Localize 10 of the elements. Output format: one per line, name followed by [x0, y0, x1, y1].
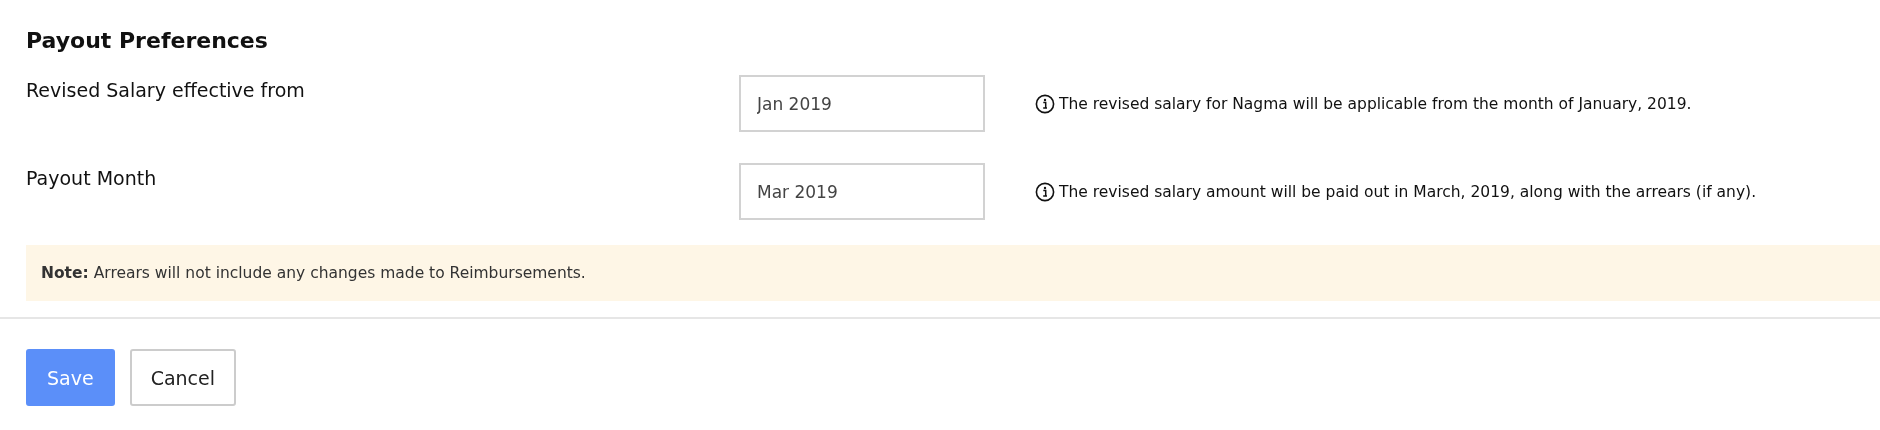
field-label: Revised Salary effective from [26, 78, 306, 101]
info-icon [1035, 94, 1055, 114]
help-text: The revised salary amount will be paid out in March, 2019, along with the arrears (if any). [1059, 183, 1757, 201]
field-label: Payout Month [26, 166, 158, 189]
section-title: Payout Preferences [26, 28, 269, 53]
info-icon [1035, 182, 1055, 202]
cancel-button[interactable]: Cancel [129, 349, 236, 406]
month-field[interactable]: Mar 2019 [739, 163, 985, 220]
help-text: The revised salary for Nagma will be applicable from the month of January, 2019. [1059, 95, 1692, 113]
note-text: Note: Arrears will not include any changes made to Reimbursements. [41, 264, 586, 282]
